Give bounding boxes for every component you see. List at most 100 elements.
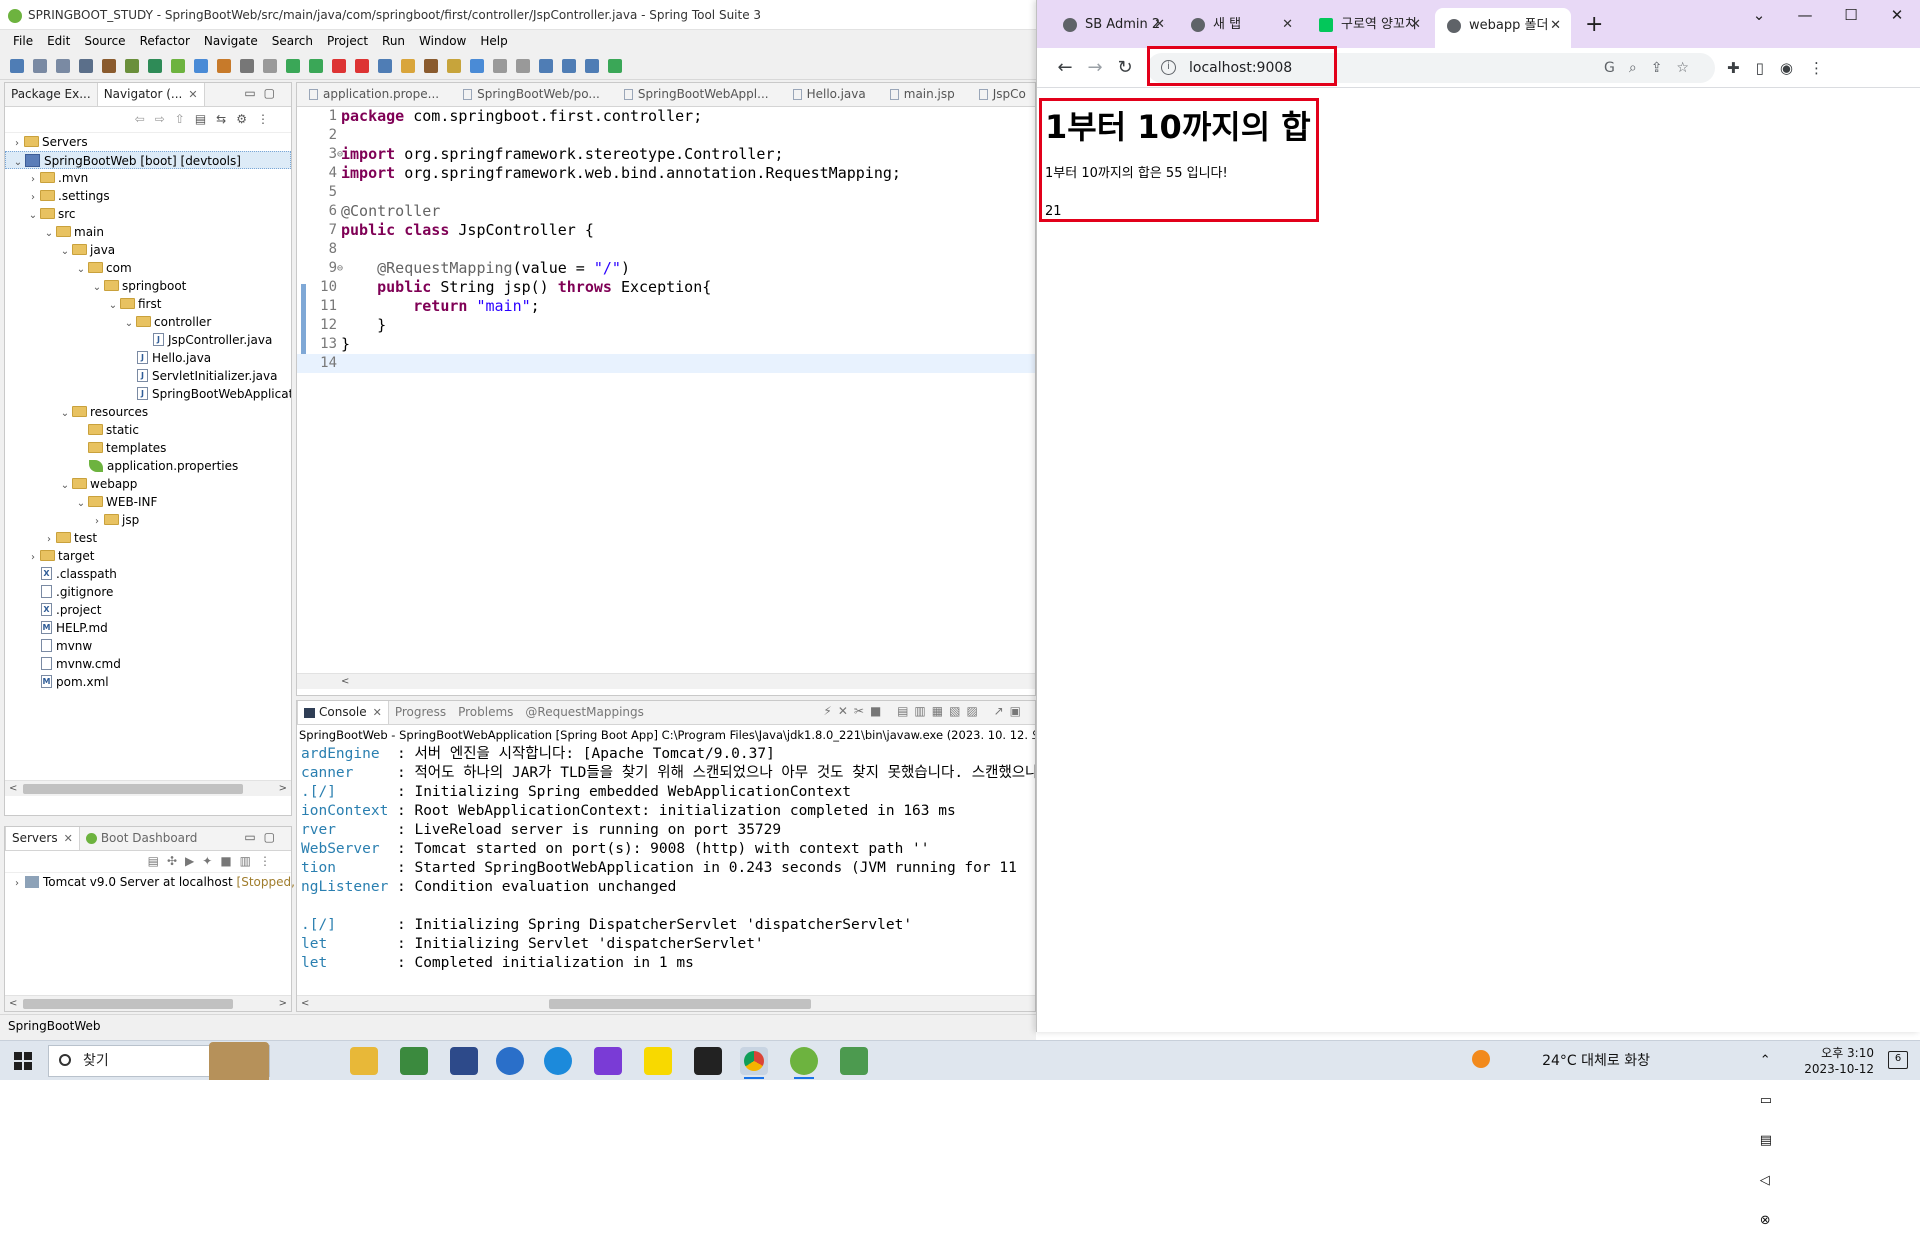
tree-item[interactable]: templates <box>5 439 291 457</box>
console-line[interactable]: tion: Started SpringBootWebApplication i… <box>297 859 1035 878</box>
tree-item[interactable]: ⌄ springboot <box>5 277 291 295</box>
taskbar-app-icon[interactable] <box>496 1047 524 1075</box>
menu-item-project[interactable]: Project <box>320 30 375 52</box>
tree-item[interactable]: ⌄ SpringBootWeb [boot] [devtools] <box>5 151 291 169</box>
editor-tab[interactable]: Hello.java <box>781 83 878 106</box>
scroll-thumb[interactable] <box>23 784 243 794</box>
profile-icon[interactable]: ◉ <box>1780 59 1809 77</box>
tree-item[interactable]: mvnw.cmd <box>5 655 291 673</box>
weather-icon[interactable] <box>1472 1050 1490 1068</box>
omnibox-actions-icon[interactable]: G⌕⇪☆ <box>1604 53 1703 83</box>
tree-item[interactable]: › .settings <box>5 187 291 205</box>
browser-tab[interactable]: SB Admin 2 - B✕ <box>1051 10 1175 40</box>
tree-item[interactable]: application.properties <box>5 457 291 475</box>
minimize-icon[interactable]: — <box>1782 0 1828 30</box>
tab-request-mappings[interactable]: @RequestMappings <box>519 701 650 724</box>
toolbar-button-icon[interactable] <box>263 58 277 73</box>
menu-item-help[interactable]: Help <box>473 30 514 52</box>
console-output[interactable]: ardEngine: 서버 엔진을 시작합니다: [Apache Tomcat/… <box>297 745 1035 975</box>
tree-horizontal-scrollbar[interactable]: < > <box>5 780 291 796</box>
code-line[interactable]: 4 import org.springframework.web.bind.ann… <box>297 164 1035 183</box>
tree-item[interactable]: J Hello.java <box>5 349 291 367</box>
code-line[interactable]: 12 } <box>297 316 1035 335</box>
console-line[interactable]: .[/]: Initializing Spring embedded WebAp… <box>297 783 1035 802</box>
scroll-thumb[interactable] <box>23 999 233 1009</box>
console-line[interactable]: ionContext: Root WebApplicationContext: … <box>297 802 1035 821</box>
tree-item[interactable]: ⌄ webapp <box>5 475 291 493</box>
code-line[interactable]: 5 <box>297 183 1035 202</box>
scroll-left-icon[interactable]: < <box>9 996 17 1012</box>
extensions-icon[interactable]: ✚ <box>1727 59 1756 77</box>
server-row[interactable]: › Tomcat v9.0 Server at localhost [Stoppe… <box>5 873 307 893</box>
toolbar-button-icon[interactable] <box>562 58 576 73</box>
toolbar-button-icon[interactable] <box>171 58 185 73</box>
taskbar-file-explorer-icon[interactable] <box>350 1047 378 1075</box>
toolbar-button-icon[interactable] <box>470 58 484 73</box>
scroll-left-icon[interactable]: < <box>301 996 309 1012</box>
browser-tab[interactable]: webapp 폴더 내✕ <box>1435 8 1571 48</box>
new-tab-button[interactable]: + <box>1585 10 1603 40</box>
tab-servers[interactable]: Servers ✕ <box>5 827 80 850</box>
panel-controls[interactable]: ▭▢ <box>244 830 283 844</box>
code-line[interactable]: 7 public class JspController { <box>297 221 1035 240</box>
toolbar-button-icon[interactable] <box>102 58 116 73</box>
editor-tab[interactable]: JspCo <box>967 83 1035 106</box>
extensions-bar[interactable]: ✚▯◉⋮ <box>1727 48 1840 88</box>
nav-arrows-icon[interactable]: ⇦⇨⇧ <box>135 112 195 126</box>
tree-item[interactable]: ⌄ controller <box>5 313 291 331</box>
tree-item[interactable]: ⌄ main <box>5 223 291 241</box>
start-button[interactable] <box>14 1052 32 1070</box>
toolbar-button-icon[interactable] <box>56 58 70 73</box>
code-area[interactable]: 1 package com.springboot.first.controller… <box>297 107 1035 667</box>
collapse-link-icon[interactable]: ▤⇆⚙⋮ <box>195 112 279 126</box>
toolbar-button-icon[interactable] <box>447 58 461 73</box>
taskbar-search[interactable]: 찾기 <box>48 1042 270 1080</box>
console-line[interactable] <box>297 897 1035 916</box>
tree-item[interactable]: .gitignore <box>5 583 291 601</box>
toolbar-button-icon[interactable] <box>240 58 254 73</box>
scroll-right-icon[interactable]: > <box>279 996 287 1012</box>
forward-icon[interactable]: → <box>1081 54 1109 82</box>
tree-item[interactable]: › jsp <box>5 511 291 529</box>
chevron-right-icon[interactable]: › <box>11 875 23 893</box>
notification-icon[interactable]: 6 <box>1888 1051 1908 1069</box>
code-line[interactable]: 1 package com.springboot.first.controller… <box>297 107 1035 126</box>
toolbar-button-icon[interactable] <box>217 58 231 73</box>
menu-item-window[interactable]: Window <box>412 30 473 52</box>
tree-item[interactable]: J SpringBootWebApplicat <box>5 385 291 403</box>
taskbar-chrome-icon[interactable] <box>740 1047 768 1079</box>
menu-item-search[interactable]: Search <box>265 30 320 52</box>
toolbar-button-icon[interactable] <box>125 58 139 73</box>
menu-item-edit[interactable]: Edit <box>40 30 77 52</box>
reload-icon[interactable]: ↻ <box>1111 54 1139 82</box>
console-horizontal-scrollbar[interactable]: < <box>297 995 1035 1011</box>
console-line[interactable]: canner: 적어도 하나의 JAR가 TLD들을 찾기 위해 스캔되었으나 … <box>297 764 1035 783</box>
toolbar-button-icon[interactable] <box>332 58 346 73</box>
toolbar-button-icon[interactable] <box>148 58 162 73</box>
editor-tab[interactable]: SpringBootWeb/po... <box>451 83 612 106</box>
taskbar-figma-icon[interactable] <box>594 1047 622 1075</box>
taskbar-app-icon[interactable] <box>400 1047 428 1075</box>
scroll-thumb[interactable] <box>549 999 811 1009</box>
console-line[interactable]: rver: LiveReload server is running on po… <box>297 821 1035 840</box>
toolbar-button-icon[interactable] <box>33 58 47 73</box>
code-line[interactable]: 8 <box>297 240 1035 259</box>
console-line[interactable]: let: Completed initialization in 1 ms <box>297 954 1035 973</box>
menu-item-source[interactable]: Source <box>77 30 132 52</box>
console-line[interactable]: ardEngine: 서버 엔진을 시작합니다: [Apache Tomcat/… <box>297 745 1035 764</box>
toolbar-button-icon[interactable] <box>539 58 553 73</box>
menu-icon[interactable]: ⋮ <box>1809 59 1840 77</box>
tree-item[interactable]: › .mvn <box>5 169 291 187</box>
code-line[interactable]: 11 return "main"; <box>297 297 1035 316</box>
tree-item[interactable]: static <box>5 421 291 439</box>
tree-item[interactable]: X .classpath <box>5 565 291 583</box>
editor-horizontal-scrollbar[interactable]: < <box>297 673 1035 689</box>
console-line[interactable]: ngListener: Condition evaluation unchang… <box>297 878 1035 897</box>
console-line[interactable]: .[/]: Initializing Spring DispatcherServ… <box>297 916 1035 935</box>
code-line[interactable]: 2 <box>297 126 1035 145</box>
code-line[interactable]: 14 <box>297 354 1035 373</box>
toolbar-button-icon[interactable] <box>286 58 300 73</box>
toolbar-button-icon[interactable] <box>378 58 392 73</box>
tab-boot-dashboard[interactable]: Boot Dashboard <box>80 827 204 850</box>
tree-item[interactable]: ⌄ src <box>5 205 291 223</box>
